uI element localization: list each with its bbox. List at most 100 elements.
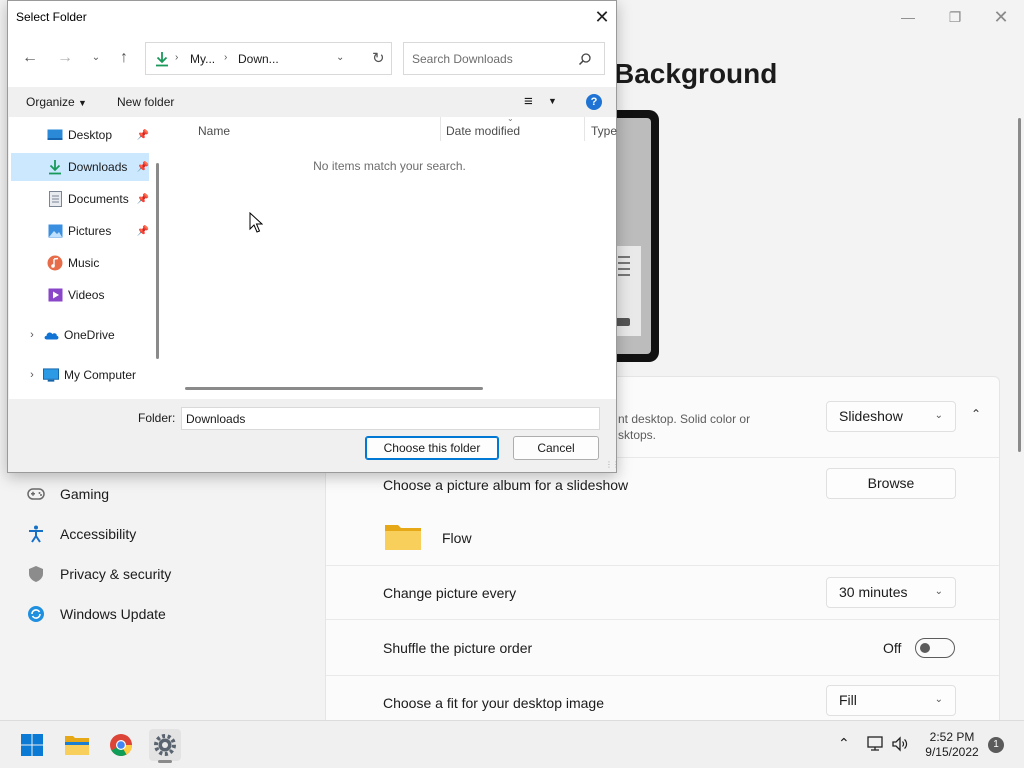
folder-icon bbox=[384, 521, 422, 551]
forward-arrow-icon[interactable]: → bbox=[55, 48, 75, 68]
column-separator[interactable] bbox=[584, 117, 585, 141]
shield-icon bbox=[24, 562, 48, 586]
nav-item-desktop[interactable]: Desktop 📌 bbox=[11, 121, 149, 149]
dropdown-value: Fill bbox=[839, 692, 857, 708]
column-header-name[interactable]: Name bbox=[198, 124, 230, 138]
dialog-title: Select Folder bbox=[16, 10, 87, 24]
pin-icon: 📌 bbox=[136, 161, 149, 173]
nav-item-label: Windows Update bbox=[60, 606, 166, 622]
resize-grip-icon[interactable]: ⋮⋮ bbox=[605, 460, 620, 469]
nav-item-label: Privacy & security bbox=[60, 566, 172, 582]
nav-item-videos[interactable]: Videos bbox=[11, 281, 149, 309]
navigation-scrollbar[interactable] bbox=[156, 163, 159, 359]
up-arrow-icon[interactable]: ↑ bbox=[114, 48, 134, 68]
fit-dropdown[interactable]: Fill ⌄ bbox=[826, 685, 956, 716]
desktop-icon bbox=[47, 127, 63, 143]
organize-label: Organize bbox=[26, 95, 75, 109]
nav-item-downloads[interactable]: Downloads 📌 bbox=[11, 153, 149, 181]
page-title: Background bbox=[614, 58, 778, 89]
nav-item-label: My Computer bbox=[64, 368, 137, 382]
address-segment[interactable]: Down... bbox=[238, 52, 279, 66]
address-bar[interactable]: › My... › Down... ⌄ ↻ bbox=[145, 42, 392, 75]
shuffle-toggle[interactable] bbox=[915, 638, 955, 658]
settings-scrollbar[interactable] bbox=[1018, 118, 1021, 452]
row-label: Shuffle the picture order bbox=[383, 640, 533, 656]
downloads-icon bbox=[47, 159, 63, 175]
nav-item-privacy[interactable]: Privacy & security bbox=[24, 558, 171, 590]
settings-app-button[interactable] bbox=[149, 729, 181, 763]
nav-item-label: Desktop bbox=[68, 128, 113, 142]
chevron-up-icon[interactable]: ⌃ bbox=[966, 407, 986, 427]
taskbar: ⌃ 2:52 PM 9/15/2022 1 bbox=[0, 720, 1024, 768]
view-options-dropdown-icon[interactable]: ▼ bbox=[548, 96, 557, 106]
nav-item-windows-update[interactable]: Windows Update bbox=[24, 598, 166, 630]
accessibility-icon bbox=[24, 522, 48, 546]
search-icon[interactable] bbox=[578, 52, 592, 66]
maximize-button[interactable]: ❐ bbox=[940, 6, 970, 28]
address-history-chevron-icon[interactable]: ⌄ bbox=[336, 52, 344, 63]
organize-menu[interactable]: Organize ▼ bbox=[26, 95, 87, 109]
row-label: Change picture every bbox=[383, 585, 517, 601]
nav-item-pictures[interactable]: Pictures 📌 bbox=[11, 217, 149, 245]
start-button[interactable] bbox=[16, 729, 48, 761]
nav-item-documents[interactable]: Documents 📌 bbox=[11, 185, 149, 213]
chrome-button[interactable] bbox=[105, 729, 137, 761]
nav-item-music[interactable]: Music bbox=[11, 249, 149, 277]
clock-date: 9/15/2022 bbox=[925, 745, 979, 759]
column-separator[interactable] bbox=[440, 117, 441, 141]
close-icon[interactable]: ✕ bbox=[588, 5, 616, 29]
interval-dropdown[interactable]: 30 minutes ⌄ bbox=[826, 577, 956, 608]
videos-icon bbox=[47, 287, 63, 303]
folder-name-input[interactable] bbox=[181, 407, 600, 430]
toggle-state-label: Off bbox=[883, 640, 902, 656]
address-segment[interactable]: My... bbox=[190, 52, 215, 66]
new-folder-button[interactable]: New folder bbox=[117, 95, 174, 109]
clock[interactable]: 2:52 PM 9/15/2022 bbox=[918, 730, 986, 760]
nav-item-gaming[interactable]: Gaming bbox=[24, 478, 109, 510]
file-explorer-button[interactable] bbox=[61, 729, 93, 761]
cancel-button[interactable]: Cancel bbox=[513, 436, 599, 460]
sort-indicator-icon: ⌄ bbox=[507, 114, 514, 123]
search-input[interactable] bbox=[412, 50, 572, 68]
pin-icon: 📌 bbox=[136, 129, 149, 141]
onedrive-icon bbox=[43, 327, 59, 343]
column-header-date-modified[interactable]: Date modified bbox=[446, 124, 520, 138]
choose-this-folder-button[interactable]: Choose this folder bbox=[365, 436, 499, 460]
mouse-cursor-icon bbox=[249, 212, 263, 233]
close-button[interactable]: ✕ bbox=[986, 6, 1016, 28]
chrome-icon bbox=[110, 734, 132, 756]
view-list-icon[interactable]: ≡ bbox=[524, 93, 533, 110]
background-type-dropdown[interactable]: Slideshow ⌄ bbox=[826, 401, 956, 432]
expand-chevron-icon[interactable]: › bbox=[25, 367, 39, 383]
expand-chevron-icon[interactable]: › bbox=[25, 327, 39, 343]
pictures-icon bbox=[47, 223, 63, 239]
browse-button[interactable]: Browse bbox=[826, 468, 956, 499]
volume-icon[interactable] bbox=[891, 735, 909, 756]
chevron-right-icon: › bbox=[175, 52, 179, 63]
navigation-pane: Desktop 📌 Downloads 📌 Documents 📌 Pictur… bbox=[9, 117, 163, 399]
nav-item-accessibility[interactable]: Accessibility bbox=[24, 518, 136, 550]
notification-badge[interactable]: 1 bbox=[988, 737, 1004, 753]
nav-item-onedrive[interactable]: › OneDrive bbox=[11, 321, 149, 349]
recent-locations-chevron-icon[interactable]: ⌄ bbox=[86, 48, 106, 68]
back-arrow-icon[interactable]: ← bbox=[20, 48, 40, 68]
help-icon[interactable]: ? bbox=[586, 94, 602, 110]
nav-item-my-computer[interactable]: › My Computer bbox=[11, 361, 149, 389]
show-hidden-icons-button[interactable]: ⌃ bbox=[838, 735, 850, 752]
dialog-titlebar[interactable]: Select Folder ✕ bbox=[8, 1, 616, 32]
shuffle-row: Shuffle the picture order Off bbox=[326, 619, 999, 675]
pin-icon: 📌 bbox=[136, 193, 149, 205]
refresh-icon[interactable]: ↻ bbox=[372, 49, 385, 67]
chevron-down-icon: ⌄ bbox=[934, 410, 943, 421]
fit-row: Choose a fit for your desktop image Fill… bbox=[326, 675, 999, 721]
minimize-button[interactable]: — bbox=[893, 6, 923, 28]
column-header-type[interactable]: Type bbox=[591, 124, 617, 138]
row-label: Choose a picture album for a slideshow bbox=[383, 477, 629, 493]
album-folder-name: Flow bbox=[442, 530, 472, 546]
network-icon[interactable] bbox=[866, 735, 884, 756]
chevron-down-icon: ⌄ bbox=[934, 586, 943, 597]
select-folder-dialog: Select Folder ✕ ← → ⌄ ↑ › My... › Down..… bbox=[7, 0, 620, 473]
search-box[interactable] bbox=[403, 42, 605, 75]
horizontal-scrollbar[interactable] bbox=[185, 387, 483, 390]
nav-item-label: Music bbox=[68, 256, 100, 270]
